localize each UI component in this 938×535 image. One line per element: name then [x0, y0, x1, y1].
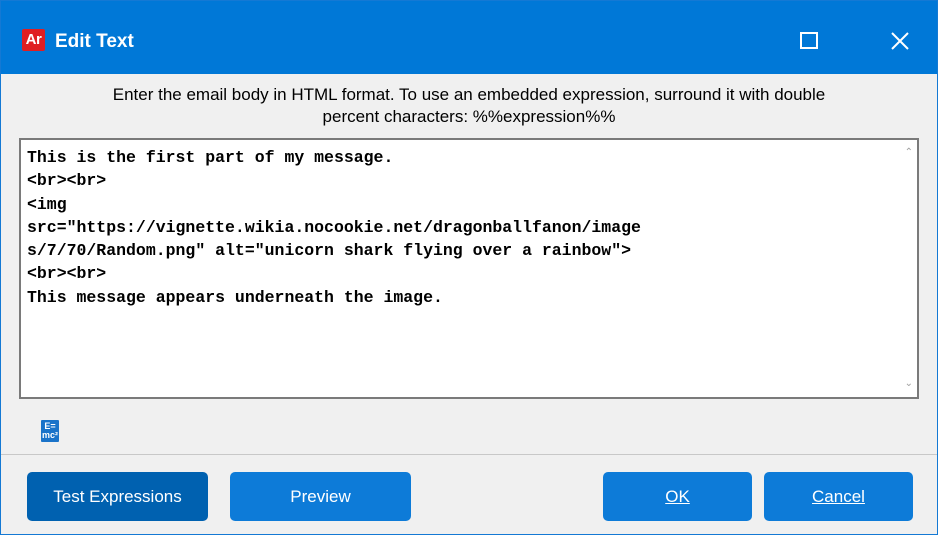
maximize-icon [800, 32, 818, 49]
title-bar[interactable]: Ar Edit Text [1, 1, 937, 74]
scroll-down-arrow-icon[interactable]: ⌄ [905, 379, 913, 389]
expression-builder-icon[interactable]: E= mc² [41, 420, 59, 442]
instructions-text: Enter the email body in HTML format. To … [11, 84, 927, 128]
email-body-content[interactable]: This is the first part of my message. <b… [27, 146, 897, 309]
cancel-label: Cancel [812, 487, 865, 506]
test-expressions-button[interactable]: Test Expressions [27, 472, 208, 521]
email-body-textarea[interactable]: This is the first part of my message. <b… [19, 138, 919, 399]
cancel-button[interactable]: Cancel [764, 472, 913, 521]
expression-icon-bottom-label: mc² [41, 430, 58, 440]
ar-app-icon: Ar [22, 29, 45, 51]
maximize-button[interactable] [780, 19, 844, 63]
ok-button[interactable]: OK [603, 472, 752, 521]
vertical-scrollbar[interactable]: ⌃ ⌄ [897, 140, 917, 397]
close-icon [891, 32, 909, 50]
close-button[interactable] [867, 19, 931, 63]
instructions-line-2: percent characters: %%expression%% [322, 107, 616, 126]
scroll-up-arrow-icon[interactable]: ⌃ [905, 148, 913, 158]
preview-button[interactable]: Preview [230, 472, 411, 521]
edit-text-dialog: Ar Edit Text Enter the email body in HTM… [0, 0, 938, 535]
footer-divider [1, 454, 937, 455]
window-title: Edit Text [55, 31, 134, 52]
instructions-line-1: Enter the email body in HTML format. To … [112, 85, 826, 104]
